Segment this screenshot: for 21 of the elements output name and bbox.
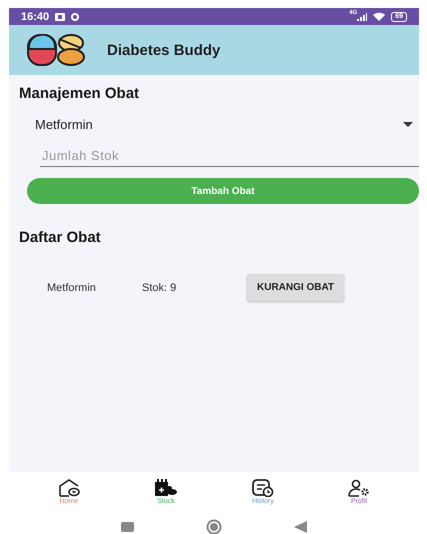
signal-icon [357,12,368,20]
home-heart-icon [58,479,80,497]
app-title: Diabetes Buddy [107,42,220,58]
calendar-pill-icon [154,479,178,497]
document-clock-icon [252,479,274,497]
pills-logo-icon [27,34,85,66]
user-gear-icon [348,479,370,497]
stock-input-field[interactable]: Jumlah Stok [40,144,419,167]
wifi-icon [373,12,386,21]
medicine-dropdown[interactable]: Metformin [35,114,413,134]
add-medicine-button[interactable]: Tambah Obat [27,178,419,204]
medicine-name: Metformin [47,282,97,294]
dropdown-arrow-icon [403,122,413,126]
section-heading: Manajemen Obat [19,85,140,102]
reduce-medicine-button[interactable]: KURANGI OBAT [247,274,344,301]
back-icon[interactable] [294,521,307,533]
status-time: 16:40 [21,10,50,22]
notification-icon [55,12,66,20]
section-heading: Daftar Obat [19,229,102,246]
stock-count: Stok: 9 [142,282,178,294]
recents-icon[interactable] [121,522,134,532]
